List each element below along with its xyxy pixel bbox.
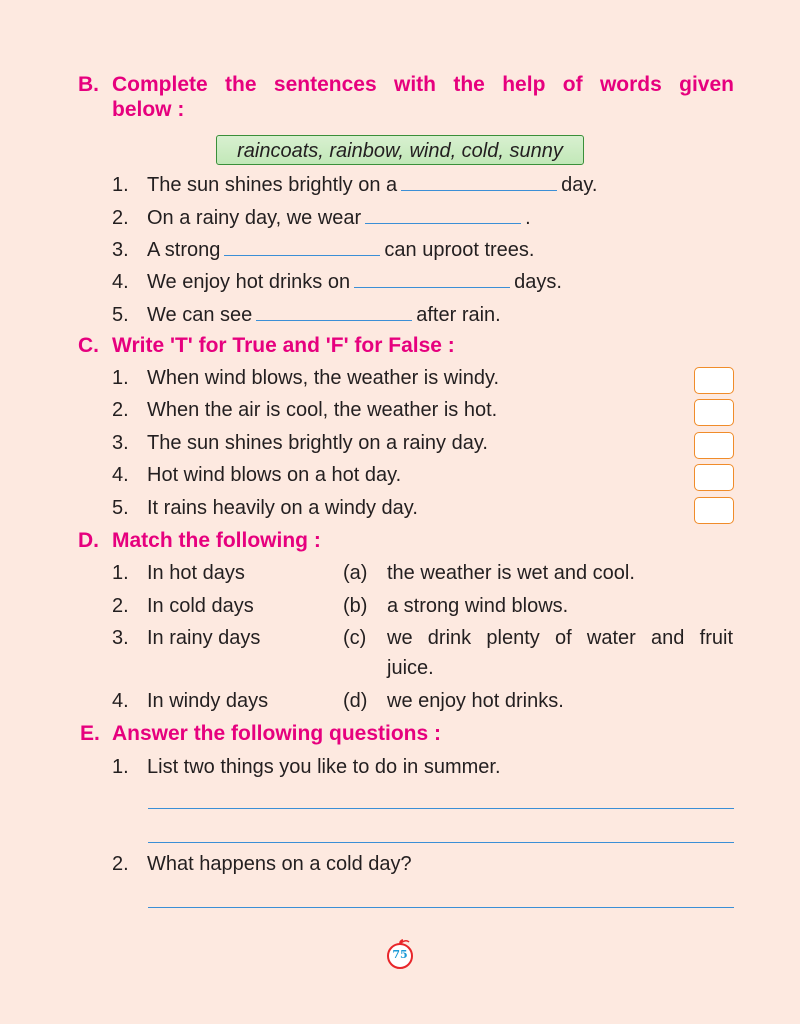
answer-line[interactable] [148,808,734,809]
tf-item: 4. Hot wind blows on a hot day. [112,464,402,486]
word-box: raincoats, rainbow, wind, cold, sunny [216,135,584,165]
section-e-heading-text: Answer the following questions : [112,722,442,745]
section-b-heading-text: Complete the sentences with the help of … [112,73,734,96]
fill-blank[interactable] [256,302,413,321]
tf-item: 2. When the air is cool, the weather is h… [112,399,498,421]
section-b-heading: B. Complete the sentences with the help o… [78,70,734,99]
match-left-item: 4. In windy days [112,690,269,712]
fill-blank[interactable] [401,172,558,191]
match-left-item: 2. In cold days [112,595,254,617]
section-c-letter: C. [78,334,99,357]
match-right-continuation: juice. [387,657,434,679]
section-e-heading: E. Answer the following questions : [80,722,441,746]
answer-line[interactable] [148,842,734,843]
section-c-heading-text: Write 'T' for True and 'F' for False : [112,334,455,357]
tf-answer-box[interactable] [694,464,734,491]
match-right-item: (a) the weather is wet and cool. [343,562,635,584]
match-right-item: (c) we drink plenty of water and fruit [343,627,733,649]
answer-line[interactable] [148,907,734,908]
tf-answer-box[interactable] [694,497,734,524]
section-e-letter: E. [80,722,100,745]
fill-blank[interactable] [224,237,381,256]
tf-item: 1. When wind blows, the weather is windy. [112,367,500,389]
page-number-badge: 75 [385,939,415,969]
question-item: 2. What happens on a cold day? [112,853,412,875]
tf-answer-box[interactable] [694,367,734,394]
question-item: 1. List two things you like to do in summ… [112,756,501,778]
match-right-item: (d) we enjoy hot drinks. [343,690,564,712]
tf-answer-box[interactable] [694,432,734,459]
section-d-heading: D. Match the following : [78,529,321,553]
section-c-heading: C. Write 'T' for True and 'F' for False : [78,334,455,358]
fill-item: 3. A strong can uproot trees. [112,237,535,261]
section-d-heading-text: Match the following : [112,529,321,552]
match-left-item: 3. In rainy days [112,627,261,649]
section-b-letter: B. [78,73,99,96]
section-b-heading-line2: below : [112,98,185,121]
fill-item: 4. We enjoy hot drinks on days. [112,269,562,293]
fill-blank[interactable] [354,269,511,288]
fill-item: 1. The sun shines brightly on a day. [112,172,598,196]
tf-answer-box[interactable] [694,399,734,426]
match-right-item: (b) a strong wind blows. [343,595,569,617]
page-number: 75 [392,948,408,961]
tf-item: 3. The sun shines brightly on a rainy day… [112,432,488,454]
worksheet-page: B. Complete the sentences with the help o… [0,0,800,1024]
tf-item: 5. It rains heavily on a windy day. [112,497,418,519]
section-d-letter: D. [78,529,99,552]
fill-item: 5. We can see after rain. [112,302,501,326]
fill-item: 2. On a rainy day, we wear. [112,205,531,229]
fill-blank[interactable] [365,205,522,224]
match-left-item: 1. In hot days [112,562,245,584]
